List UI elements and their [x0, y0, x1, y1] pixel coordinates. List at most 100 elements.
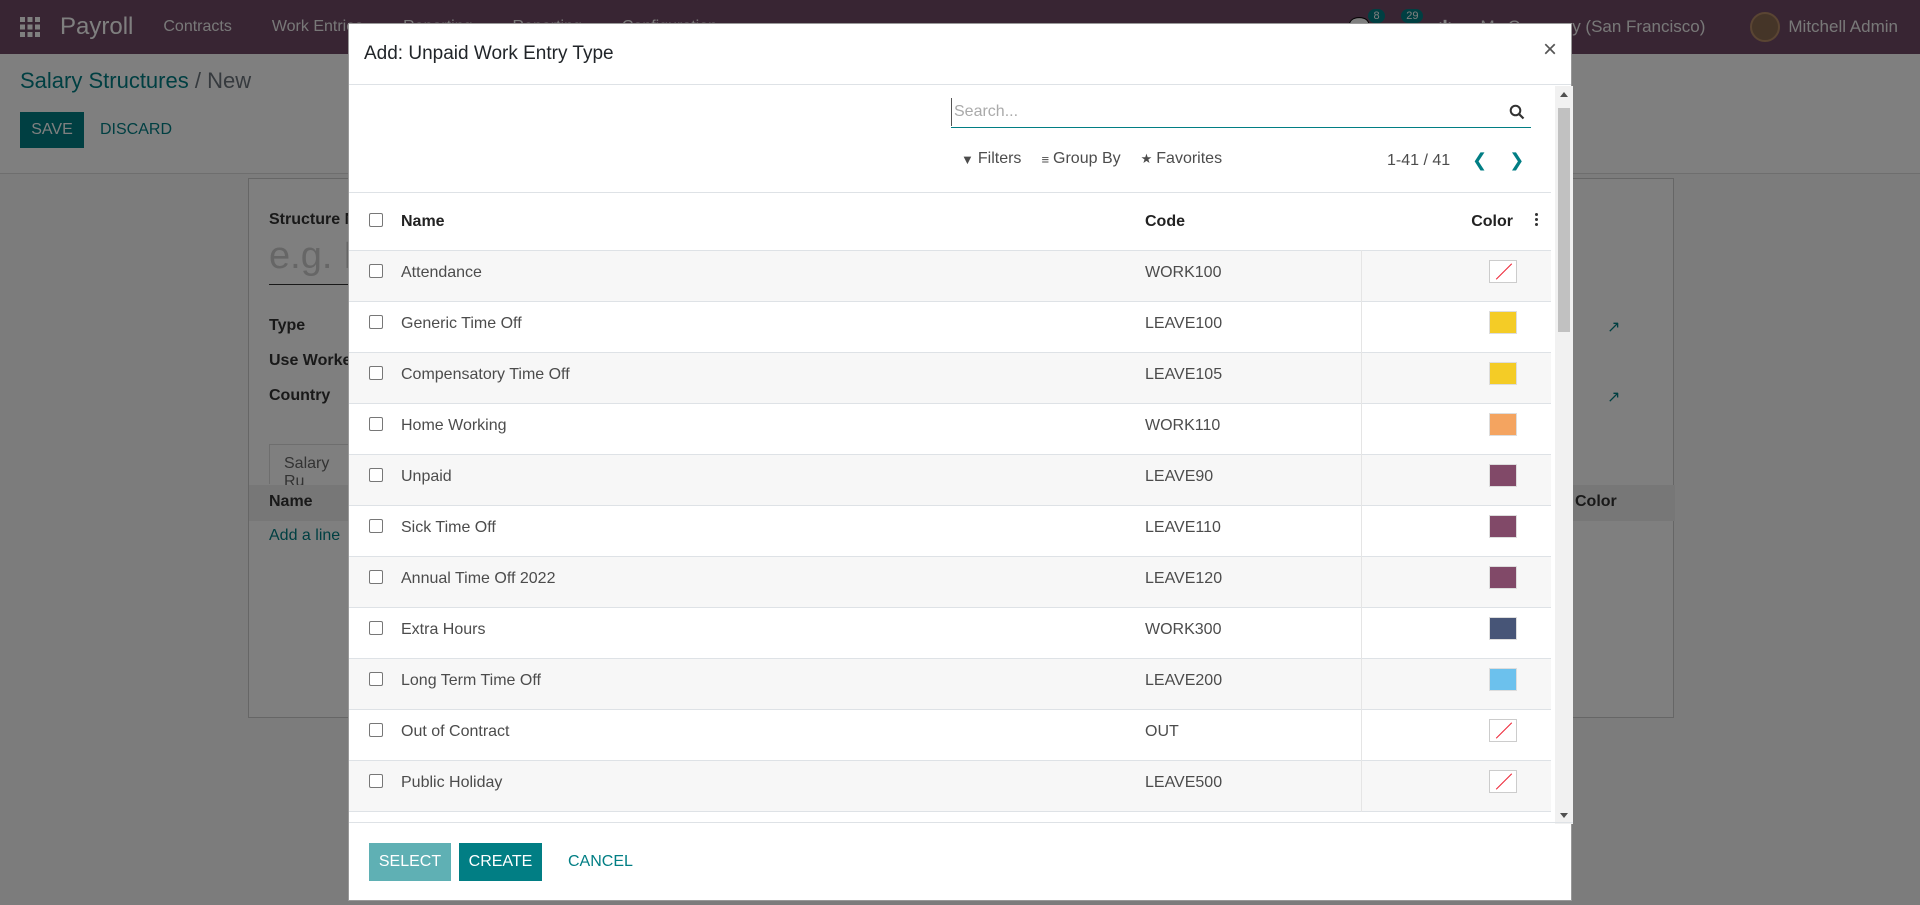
search-input[interactable] — [951, 98, 1491, 126]
cell-code[interactable]: WORK100 — [1141, 250, 1362, 302]
cell-color[interactable] — [1361, 506, 1551, 557]
select-button[interactable]: SELECT — [369, 842, 451, 881]
column-header-name[interactable]: Name — [401, 193, 1141, 251]
row-select-cell — [349, 710, 401, 761]
row-select-cell — [349, 404, 401, 455]
row-checkbox[interactable] — [369, 366, 383, 380]
row-select-cell — [349, 608, 401, 659]
row-checkbox[interactable] — [369, 315, 383, 329]
create-button[interactable]: CREATE — [459, 842, 542, 881]
cell-code[interactable]: OUT — [1141, 709, 1362, 761]
cell-code[interactable]: LEAVE100 — [1141, 301, 1362, 353]
row-checkbox[interactable] — [369, 774, 383, 788]
table-row[interactable]: Home Working WORK110 — [349, 403, 1551, 455]
scroll-up-icon[interactable] — [1560, 92, 1568, 97]
column-header-color[interactable]: Color — [1471, 213, 1513, 230]
cell-name[interactable]: Sick Time Off — [401, 506, 1141, 557]
cell-code[interactable]: LEAVE500 — [1141, 760, 1362, 812]
pager-next-icon[interactable]: ❯ — [1509, 150, 1524, 171]
cell-color[interactable] — [1361, 404, 1551, 455]
cell-name[interactable]: Annual Time Off 2022 — [401, 557, 1141, 608]
cell-name[interactable]: Out of Contract — [401, 710, 1141, 761]
color-swatch — [1489, 413, 1517, 436]
cell-color[interactable] — [1361, 302, 1551, 353]
row-checkbox[interactable] — [369, 570, 383, 584]
table-row[interactable]: Attendance WORK100 — [349, 250, 1551, 302]
column-header-code[interactable]: Code — [1141, 193, 1361, 251]
search-options: ▼ Filters ≡ Group By ★ Favorites — [961, 150, 1242, 168]
row-checkbox[interactable] — [369, 672, 383, 686]
cell-color[interactable] — [1361, 455, 1551, 506]
pager-value[interactable]: 1-41 / 41 — [1387, 152, 1450, 170]
filters-label: Filters — [977, 150, 1022, 167]
group-by-label: Group By — [1053, 150, 1121, 167]
table-row[interactable]: Sick Time Off LEAVE110 — [349, 505, 1551, 557]
cell-color[interactable] — [1361, 761, 1551, 812]
row-checkbox[interactable] — [369, 519, 383, 533]
column-header-color-cell: Color — [1361, 193, 1551, 251]
modal-footer: SELECT CREATE CANCEL — [349, 822, 1573, 900]
filters-button[interactable]: ▼ Filters — [961, 150, 1021, 168]
modal-body: ▼Filters ≡Group By ★Favorites 1-41 / 41 … — [349, 86, 1573, 824]
select-all-cell — [349, 193, 401, 251]
cell-color[interactable] — [1361, 608, 1551, 659]
search-icon[interactable] — [1509, 104, 1525, 120]
select-all-checkbox[interactable] — [369, 213, 383, 227]
cell-color[interactable] — [1361, 251, 1551, 302]
color-swatch — [1489, 311, 1517, 334]
cell-name[interactable]: Attendance — [401, 251, 1141, 302]
color-swatch — [1489, 515, 1517, 538]
search-box — [951, 98, 1531, 128]
cell-code[interactable]: LEAVE200 — [1141, 658, 1362, 710]
cell-code[interactable]: LEAVE110 — [1141, 505, 1362, 557]
cell-name[interactable]: Long Term Time Off — [401, 659, 1141, 710]
cell-name[interactable]: Compensatory Time Off — [401, 353, 1141, 404]
cell-code[interactable]: LEAVE105 — [1141, 352, 1362, 404]
favorites-button[interactable]: ★ Favorites — [1141, 150, 1222, 168]
optional-columns-icon[interactable] — [1535, 213, 1539, 228]
pager-previous-icon[interactable]: ❮ — [1472, 150, 1487, 171]
cell-code[interactable]: WORK300 — [1141, 607, 1362, 659]
table-row[interactable]: Annual Time Off 2022 LEAVE120 — [349, 556, 1551, 608]
scroll-thumb[interactable] — [1558, 108, 1570, 332]
cell-name[interactable]: Home Working — [401, 404, 1141, 455]
scrollbar[interactable] — [1555, 86, 1573, 824]
table-row[interactable]: Compensatory Time Off LEAVE105 — [349, 352, 1551, 404]
color-swatch — [1489, 617, 1517, 640]
cell-name[interactable]: Unpaid — [401, 455, 1141, 506]
cell-name[interactable]: Extra Hours — [401, 608, 1141, 659]
row-checkbox[interactable] — [369, 723, 383, 737]
row-checkbox[interactable] — [369, 468, 383, 482]
cell-name[interactable]: Generic Time Off — [401, 302, 1141, 353]
close-icon[interactable]: × — [1543, 38, 1557, 62]
table-body: Attendance WORK100 Generic Time Off LEAVE10… — [349, 250, 1551, 812]
row-checkbox[interactable] — [369, 621, 383, 635]
row-select-cell — [349, 353, 401, 404]
row-select-cell — [349, 761, 401, 812]
table-row[interactable]: Extra Hours WORK300 — [349, 607, 1551, 659]
cell-color[interactable] — [1361, 557, 1551, 608]
cell-code[interactable]: WORK110 — [1141, 403, 1362, 455]
favorites-label: Favorites — [1156, 150, 1223, 167]
scroll-down-icon[interactable] — [1560, 813, 1568, 818]
cell-code[interactable]: LEAVE90 — [1141, 454, 1362, 506]
cancel-button[interactable]: CANCEL — [556, 843, 645, 881]
row-checkbox[interactable] — [369, 264, 383, 278]
table-row[interactable]: Out of Contract OUT — [349, 709, 1551, 761]
cell-color[interactable] — [1361, 659, 1551, 710]
cell-color[interactable] — [1361, 710, 1551, 761]
table-row[interactable]: Long Term Time Off LEAVE200 — [349, 658, 1551, 710]
row-checkbox[interactable] — [369, 417, 383, 431]
color-swatch — [1489, 668, 1517, 691]
list-view: Name Code Color Attendance WORK100 Generic… — [349, 192, 1551, 812]
work-entry-type-table: Name Code Color Attendance WORK100 Generic… — [349, 192, 1551, 812]
modal-title: Add: Unpaid Work Entry Type — [364, 43, 614, 64]
group-by-button[interactable]: ≡ Group By — [1041, 150, 1120, 168]
table-row[interactable]: Unpaid LEAVE90 — [349, 454, 1551, 506]
cell-color[interactable] — [1361, 353, 1551, 404]
cell-name[interactable]: Public Holiday — [401, 761, 1141, 812]
table-row[interactable]: Public Holiday LEAVE500 — [349, 760, 1551, 812]
table-row[interactable]: Generic Time Off LEAVE100 — [349, 301, 1551, 353]
cell-code[interactable]: LEAVE120 — [1141, 556, 1362, 608]
color-swatch — [1489, 566, 1517, 589]
